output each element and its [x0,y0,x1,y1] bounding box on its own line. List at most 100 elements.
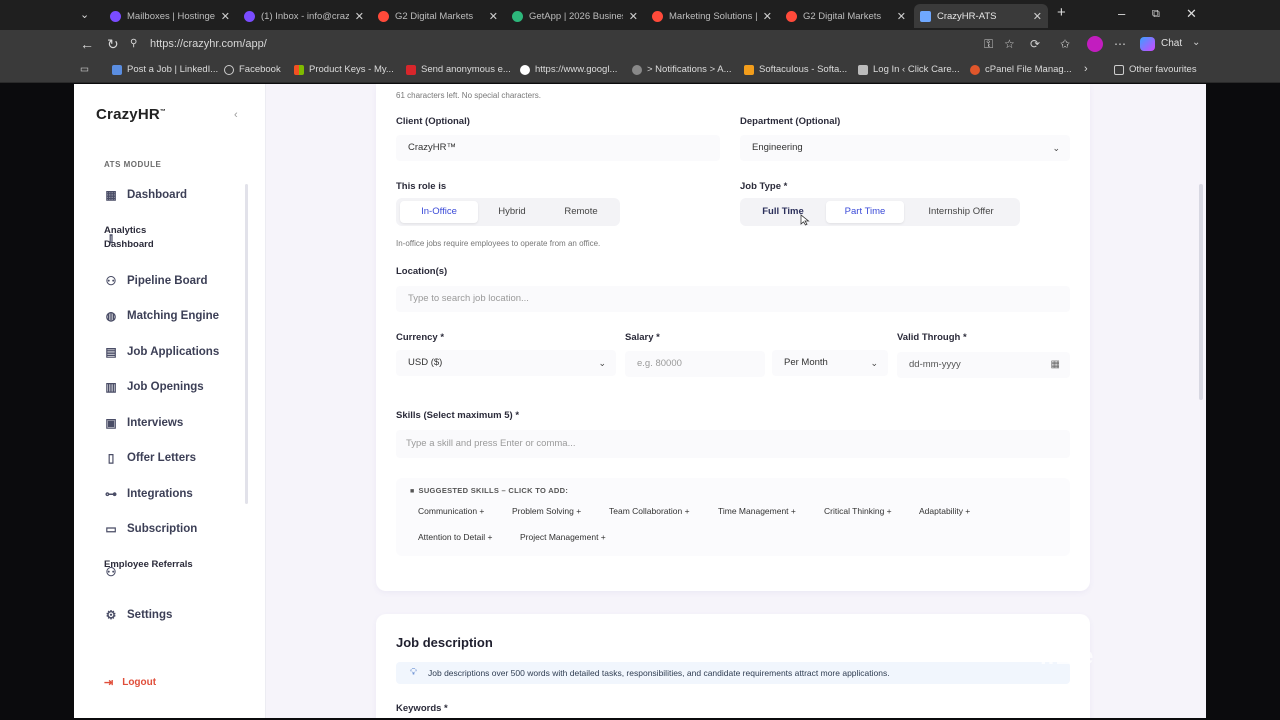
sidebar-item-dashboard[interactable]: ▦ Dashboard [104,188,187,202]
sidebar-item-analytics-dashboard[interactable]: ⫾ Analytics Dashboard [104,224,154,250]
sidebar-item-label: Interviews [127,417,184,429]
close-icon[interactable]: ✕ [489,10,498,23]
star-icon[interactable]: ☆ [1004,37,1015,51]
main-scrollbar[interactable] [1199,184,1203,400]
tab-list-icon[interactable]: ⌄ [80,8,89,21]
chevron-right-icon[interactable]: › [1084,63,1088,75]
skill-chip-problem-solving[interactable]: Problem Solving + [512,506,581,516]
tab-favicon-icon [110,10,121,22]
browser-tab[interactable]: G2 Digital Markets ✕ [780,4,912,28]
calendar-icon[interactable]: ▦ [1051,352,1060,378]
site-info-icon[interactable]: ⚲ [130,38,137,49]
bookmark-item[interactable]: https://www.googl... [520,64,617,75]
chat-label[interactable]: Chat [1161,38,1182,49]
close-icon[interactable]: ✕ [763,10,772,23]
location-label: Location(s) [396,266,448,277]
collapse-sidebar-icon[interactable]: ‹ [234,109,238,121]
folder-icon [1114,64,1124,75]
sidebar-item-subscription[interactable]: ▭ Subscription [104,522,197,536]
close-icon[interactable]: ✕ [355,10,364,23]
title-char-counter: 61 characters left. No special character… [396,91,541,100]
skill-chip-time-management[interactable]: Time Management + [718,506,796,516]
key-icon[interactable]: ⚿ [984,37,993,52]
sidebar-item-interviews[interactable]: ▣ Interviews [104,416,183,430]
browser-tab[interactable]: Mailboxes | Hostinger ✕ [104,4,236,28]
location-search-input[interactable]: Type to search job location... [396,286,1070,312]
bookmark-item[interactable]: cPanel File Manag... [970,64,1072,75]
favorites-icon[interactable]: ✩ [1060,37,1070,51]
window-close-icon[interactable]: ✕ [1186,6,1197,22]
sidebar-item-pipeline-board[interactable]: ⚇ Pipeline Board [104,274,208,288]
skill-chip-adaptability[interactable]: Adaptability + [919,506,970,516]
browser-tab[interactable]: Marketing Solutions | G ✕ [646,4,778,28]
close-icon[interactable]: ✕ [1033,10,1042,23]
browser-tab[interactable]: G2 Digital Markets ✕ [372,4,504,28]
skill-chip-communication[interactable]: Communication + [418,506,484,516]
extensions-icon[interactable]: ⟳ [1030,37,1040,51]
skill-chip-critical-thinking[interactable]: Critical Thinking + [824,506,892,516]
job-type-option-part-time[interactable]: Part Time [826,201,904,223]
role-option-in-office[interactable]: In-Office [400,201,478,223]
currency-select[interactable]: USD ($) ⌄ [396,350,616,376]
close-icon[interactable]: ✕ [897,10,906,23]
reload-icon[interactable]: ↻ [107,36,119,53]
minimize-icon[interactable]: – [1118,6,1125,21]
valid-through-date-input[interactable]: dd-mm-yyyy ▦ [897,352,1070,378]
grid-icon: ▦ [105,188,117,202]
department-select[interactable]: Engineering ⌄ [740,135,1070,161]
sidebar-item-settings[interactable]: ⚙ Settings [104,608,173,622]
close-icon[interactable]: ✕ [629,10,638,23]
sidebar-item-employee-referrals[interactable]: ⚇ Employee Referrals [104,558,193,579]
bookmark-item[interactable]: Send anonymous e... [406,64,511,75]
restore-icon[interactable]: ⧉ [1152,8,1160,21]
other-favourites[interactable]: Other favourites [1114,64,1197,75]
bookmark-item[interactable]: Product Keys - My... [294,64,394,75]
close-icon[interactable]: ✕ [221,10,230,23]
sidebar-item-matching-engine[interactable]: ◍ Matching Engine [104,309,219,323]
browser-address-bar: ← ↻ ⚲ https://crazyhr.com/app/ ⚿ ☆ ⟳ ✩ ⋯… [0,30,1280,59]
bookmark-item[interactable]: Log In ‹ Click Care... [858,64,960,75]
sidebar-item-label: Job Applications [127,346,220,358]
client-input[interactable]: CrazyHR™ [396,135,720,161]
sidebar-item-job-openings[interactable]: ▥ Job Openings [104,380,203,394]
new-tab-icon[interactable]: + [1057,4,1066,21]
sidebar-item-integrations[interactable]: ⊶ Integrations [104,487,193,501]
role-option-hybrid[interactable]: Hybrid [482,201,542,223]
bookmark-label: Softaculous - Softa... [759,64,848,75]
role-option-remote[interactable]: Remote [546,201,616,223]
app-logo[interactable]: CrazyHR™ [96,106,166,123]
sidebar-scrollbar[interactable] [245,184,248,504]
watermark: llEle [1040,643,1095,670]
back-icon[interactable]: ← [80,36,94,52]
job-type-segmented: Full Time Part Time Internship Offer [740,198,1020,226]
salary-input[interactable]: e.g. 80000 [625,351,765,377]
salary-period-value: Per Month [784,357,828,368]
tab-title: G2 Digital Markets [395,10,474,22]
url-field[interactable]: https://crazyhr.com/app/ [140,34,1020,55]
sidebar-item-job-applications[interactable]: ▤ Job Applications [104,345,219,359]
more-icon[interactable]: ⋯ [1114,37,1126,51]
chevron-down-icon[interactable]: ⌄ [1192,37,1200,48]
bookmark-item[interactable]: Softaculous - Softa... [744,64,847,75]
skill-chip-team-collaboration[interactable]: Team Collaboration + [609,506,690,516]
bookmark-item[interactable]: > Notifications > A... [632,64,732,75]
skill-chip-attention-to-detail[interactable]: Attention to Detail + [418,532,492,542]
job-type-option-internship[interactable]: Internship Offer [908,201,1014,223]
profile-avatar[interactable] [1087,36,1103,52]
bookmark-item[interactable]: Post a Job | LinkedI... [112,64,218,75]
bookmark-item[interactable]: Facebook [224,64,281,75]
job-type-option-full-time[interactable]: Full Time [744,201,822,223]
copilot-icon[interactable] [1140,37,1155,51]
users-icon: ⚇ [105,274,117,288]
bookmark-label: Product Keys - My... [309,64,394,75]
browser-tab[interactable]: GetApp | 2026 Business ✕ [506,4,644,28]
sidebar-item-offer-letters[interactable]: ▯ Offer Letters [104,451,196,465]
skill-chip-project-management[interactable]: Project Management + [520,532,606,542]
skills-input[interactable]: Type a skill and press Enter or comma... [396,430,1070,458]
sidebar-item-label: Pipeline Board [127,275,208,287]
bookmark-sidebar-icon[interactable]: ▭ [80,64,89,75]
logout-button[interactable]: ⇥ Logout [104,676,156,689]
browser-tab[interactable]: (1) Inbox - info@crazyhr ✕ [238,4,370,28]
salary-period-select[interactable]: Per Month ⌄ [772,350,888,376]
browser-tab-active[interactable]: CrazyHR-ATS ✕ [914,4,1048,28]
